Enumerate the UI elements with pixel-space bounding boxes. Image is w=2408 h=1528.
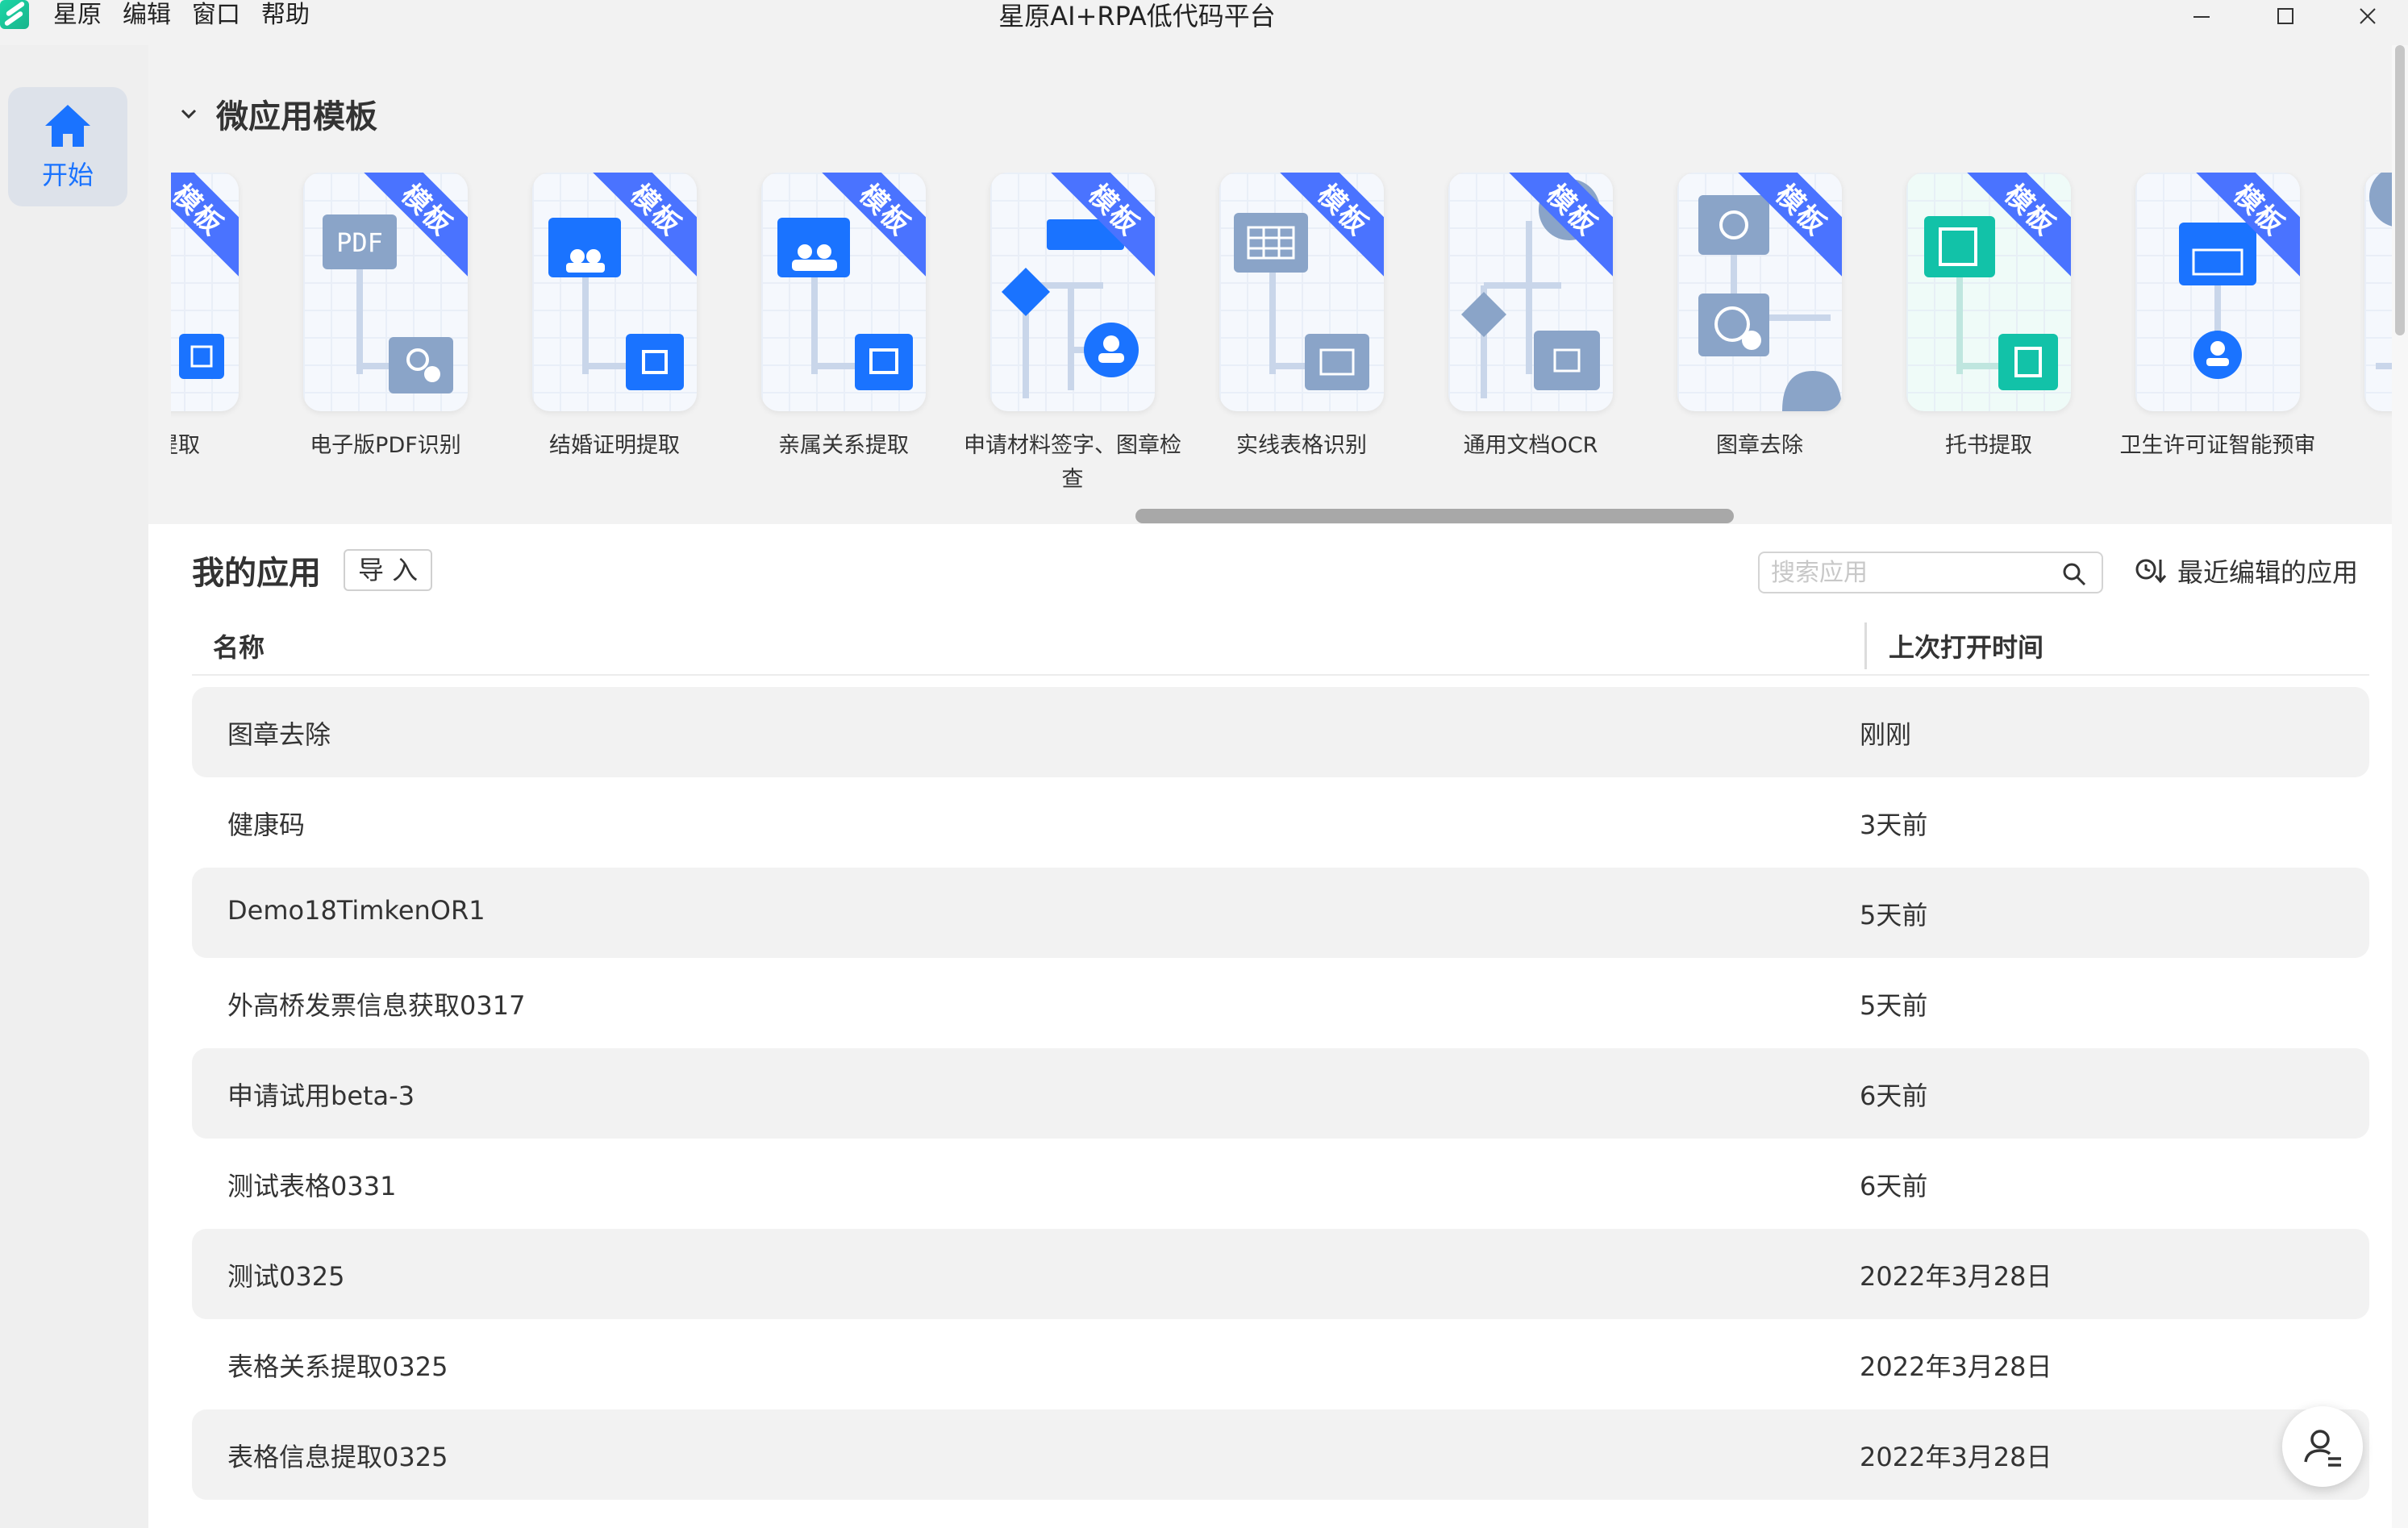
app-name: 测试表格0331 [227, 1171, 397, 1201]
template-name: 通用文档OCR [1463, 433, 1598, 458]
app-time: 5天前 [1860, 900, 1928, 931]
section-title: 微应用模板 [216, 98, 377, 135]
templates-header[interactable]: 微应用模板 [177, 90, 377, 137]
template-name: 图章去除 [1716, 433, 1803, 458]
app-name: 图章去除 [227, 719, 331, 750]
app-name: 测试0325 [227, 1261, 345, 1292]
table-row[interactable]: 表格信息提取0325 2022年3月28日 [192, 1409, 2369, 1500]
app-time: 5天前 [1860, 990, 1928, 1021]
window-title: 星原AI+RPA低代码平台 [998, 1, 1276, 31]
template-card[interactable]: PDF 模板 电子版PDF识别 [303, 173, 468, 497]
table-row[interactable]: 外高桥发票信息获取0317 5天前 [192, 958, 2369, 1048]
template-name: 文档 [2334, 429, 2395, 463]
template-name: 实线表格识别 [1236, 433, 1367, 458]
template-name: 申请材料签字、图章检查 [964, 433, 1181, 492]
templates-section: 微应用模板 模板 信息提取 PDF [148, 45, 2395, 524]
sort-recent-button[interactable]: 最近编辑的应用 [2134, 548, 2358, 593]
template-card[interactable]: 模板 实线表格识别 [1219, 173, 1384, 497]
app-name: 申请试用beta-3 [227, 1080, 415, 1111]
table-row[interactable]: 测试0325 2022年3月28日 [192, 1229, 2369, 1319]
apps-table-body: 图章去除 刚刚 健康码 3天前 Demo18TimkenOR1 5天前 外高桥发票信息… [192, 687, 2369, 1500]
app-time: 3天前 [1860, 810, 1928, 840]
app-time: 2022年3月28日 [1860, 1442, 2052, 1472]
template-name: 卫生许可证智能预审 [2119, 433, 2316, 458]
table-row[interactable]: 图章去除 刚刚 [192, 687, 2369, 777]
app-time: 6天前 [1860, 1171, 1928, 1201]
template-card[interactable]: 模板 卫生许可证智能预审 [2120, 173, 2316, 497]
my-apps-section: 我的应用 导 入 最近编辑的应用 名称 上次打开时间 图章去除 刚刚 健康码 3天前… [148, 524, 2392, 1528]
template-carousel[interactable]: 模板 信息提取 PDF 模板 电子版PD [171, 173, 2395, 524]
chevron-down-icon [181, 109, 197, 119]
title-bar: 星原 编辑 窗口 帮助 星原AI+RPA低代码平台 [0, 0, 2408, 45]
app-time: 刚刚 [1860, 719, 1912, 750]
recent-label: 最近编辑的应用 [2177, 557, 2359, 588]
app-name: 外高桥发票信息获取0317 [227, 990, 526, 1021]
search-box[interactable] [1758, 552, 2103, 593]
template-card[interactable]: 模板 亲属关系提取 [761, 173, 926, 497]
template-card[interactable]: 模板 图章去除 [1677, 173, 1842, 497]
svg-text:PDF: PDF [336, 227, 383, 258]
user-switch-icon [2304, 1430, 2341, 1467]
table-row[interactable]: 申请试用beta-3 6天前 [192, 1048, 2369, 1139]
table-row[interactable]: 表格关系提取0325 2022年3月28日 [192, 1319, 2369, 1409]
template-name: 托书提取 [1945, 433, 2032, 458]
table-row[interactable]: Demo18TimkenOR1 5天前 [192, 868, 2369, 958]
template-card[interactable]: 模板 申请材料签字、图章检查 [964, 173, 1181, 497]
table-header: 名称 上次打开时间 [192, 614, 2369, 676]
apps-title: 我的应用 [192, 555, 321, 592]
search-icon[interactable] [2061, 561, 2087, 587]
minimize-icon [2193, 16, 2210, 18]
template-name: 结婚证明提取 [549, 433, 680, 458]
close-icon [2360, 8, 2376, 24]
template-card[interactable]: 模板 结婚证明提取 [532, 173, 697, 497]
home-icon [45, 105, 90, 147]
minimize-button[interactable] [2177, 0, 2226, 32]
user-support-button[interactable] [2282, 1406, 2363, 1487]
app-time: 2022年3月28日 [1860, 1261, 2052, 1292]
maximize-icon [2277, 8, 2293, 24]
template-name: 信息提取 [171, 433, 200, 458]
import-button[interactable]: 导 入 [344, 549, 433, 591]
template-card[interactable]: 文档 [2364, 173, 2395, 497]
app-name: 健康码 [227, 810, 306, 840]
search-input[interactable] [1771, 556, 2061, 589]
horizontal-scrollbar[interactable] [1135, 509, 1734, 523]
template-card[interactable]: 模板 通用文档OCR [1448, 173, 1613, 497]
template-card[interactable]: 模板 信息提取 [171, 173, 239, 497]
app-name: 表格关系提取0325 [227, 1351, 448, 1382]
column-header-name[interactable]: 名称 [213, 627, 265, 664]
clock-sort-icon [2135, 559, 2166, 584]
close-button[interactable] [2343, 0, 2392, 32]
maximize-button[interactable] [2261, 0, 2310, 32]
sidebar-item-label: 开始 [41, 160, 94, 190]
template-card[interactable]: 模板 托书提取 [1906, 173, 2071, 497]
sidebar-item-start[interactable]: 开始 [8, 87, 127, 206]
vertical-scrollbar-thumb[interactable] [2395, 45, 2405, 335]
template-name: 电子版PDF识别 [310, 433, 461, 458]
template-name: 亲属关系提取 [778, 433, 909, 458]
column-header-last-opened[interactable]: 上次打开时间 [1889, 627, 2043, 664]
table-row[interactable]: 健康码 3天前 [192, 777, 2369, 868]
app-name: Demo18TimkenOR1 [227, 895, 485, 926]
app-time: 2022年3月28日 [1860, 1351, 2052, 1382]
column-resize-handle[interactable] [1864, 622, 1867, 669]
app-time: 6天前 [1860, 1080, 1928, 1111]
sidebar: 开始 [0, 45, 148, 1528]
vertical-scrollbar[interactable] [2392, 45, 2408, 1528]
table-row[interactable]: 测试表格0331 6天前 [192, 1139, 2369, 1229]
app-name: 表格信息提取0325 [227, 1442, 448, 1472]
